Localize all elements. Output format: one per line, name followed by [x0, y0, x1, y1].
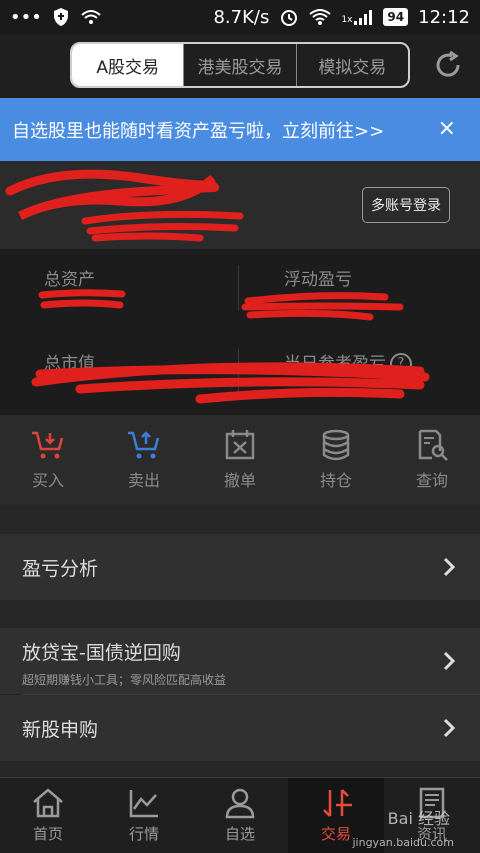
assets-panel: 总资产 浮动盈亏 总市值 当日参考盈亏?	[0, 249, 480, 415]
signal-icon	[354, 10, 373, 25]
promo-banner[interactable]: 自选股里也能随时看资产盈亏啦，立刻前往>> ×	[0, 98, 480, 161]
pl-analysis-row[interactable]: 盈亏分析	[0, 534, 480, 600]
nav-home-label: 首页	[32, 825, 63, 843]
close-icon[interactable]: ×	[438, 116, 456, 141]
query-button[interactable]: 查询	[384, 415, 480, 505]
cancel-order-label: 撤单	[223, 471, 256, 490]
battery-icon: 94	[383, 8, 409, 26]
nav-market-label: 行情	[128, 825, 159, 843]
clock: 12:12	[418, 6, 470, 28]
tab-hk-us[interactable]: 港美股交易	[183, 44, 295, 86]
signal-type: 1x	[341, 15, 353, 25]
reverse-repo-subtitle: 超短期赚钱小工具；零风险匹配高收益	[22, 673, 227, 687]
chevron-right-icon	[443, 557, 456, 577]
cart-up-icon	[128, 431, 160, 459]
ipo-row[interactable]: 新股申购	[0, 695, 480, 761]
reverse-repo-title: 放贷宝-国债逆回购	[22, 642, 181, 664]
tab-simulated[interactable]: 模拟交易	[295, 44, 408, 86]
more-dots-icon: •••	[10, 6, 42, 28]
buy-label: 买入	[31, 471, 64, 490]
account-section: 多账号登录	[0, 161, 480, 249]
alarm-icon	[281, 10, 298, 26]
sell-label: 卖出	[127, 471, 160, 490]
nav-watchlist-label: 自选	[224, 825, 255, 843]
user-icon	[225, 788, 255, 819]
nav-home[interactable]: 首页	[0, 778, 96, 853]
cancel-order-icon	[225, 430, 255, 460]
trade-type-tabs: A股交易 港美股交易 模拟交易	[70, 42, 410, 88]
trade-actions: 买入 卖出 撤单 持仓 查询	[0, 415, 480, 505]
buy-button[interactable]: 买入	[0, 415, 96, 505]
top-bar: A股交易 港美股交易 模拟交易	[0, 34, 480, 98]
status-bar: ••• 8.7K/s 1x 94 12:12	[0, 0, 480, 34]
nav-trade-label: 交易	[320, 825, 351, 843]
chevron-right-icon	[443, 718, 456, 738]
cart-down-icon	[32, 431, 64, 459]
holdings-label: 持仓	[319, 471, 352, 490]
search-doc-icon	[418, 429, 448, 461]
refresh-icon[interactable]	[432, 49, 464, 81]
watermark: Bai 经验	[387, 809, 450, 828]
pl-analysis-title: 盈亏分析	[22, 557, 99, 580]
holdings-button[interactable]: 持仓	[288, 415, 384, 505]
redaction-scribble	[31, 289, 430, 404]
cancel-order-button[interactable]: 撤单	[192, 415, 288, 505]
reverse-repo-row[interactable]: 放贷宝-国债逆回购 超短期赚钱小工具；零风险匹配高收益	[0, 628, 480, 694]
tab-a-share[interactable]: A股交易	[72, 44, 184, 86]
wifi-off-icon	[81, 10, 101, 24]
nav-watchlist[interactable]: 自选	[192, 778, 288, 853]
home-icon	[33, 788, 63, 818]
shield-icon	[53, 8, 68, 26]
watermark-url: jingyan.baidu.com	[352, 836, 454, 849]
chart-icon	[129, 790, 158, 818]
banner-text: 自选股里也能随时看资产盈亏啦，立刻前往>>	[12, 120, 385, 142]
network-speed: 8.7K/s	[213, 6, 270, 28]
stack-icon	[322, 429, 350, 461]
multi-account-login-button[interactable]: 多账号登录	[362, 187, 450, 223]
trade-icon	[323, 789, 352, 817]
query-label: 查询	[415, 471, 448, 490]
nav-market[interactable]: 行情	[96, 778, 192, 853]
redaction-scribble	[5, 169, 244, 242]
ipo-title: 新股申购	[22, 718, 99, 741]
sell-button[interactable]: 卖出	[96, 415, 192, 505]
wifi-icon	[309, 9, 331, 25]
chevron-right-icon	[443, 651, 456, 671]
